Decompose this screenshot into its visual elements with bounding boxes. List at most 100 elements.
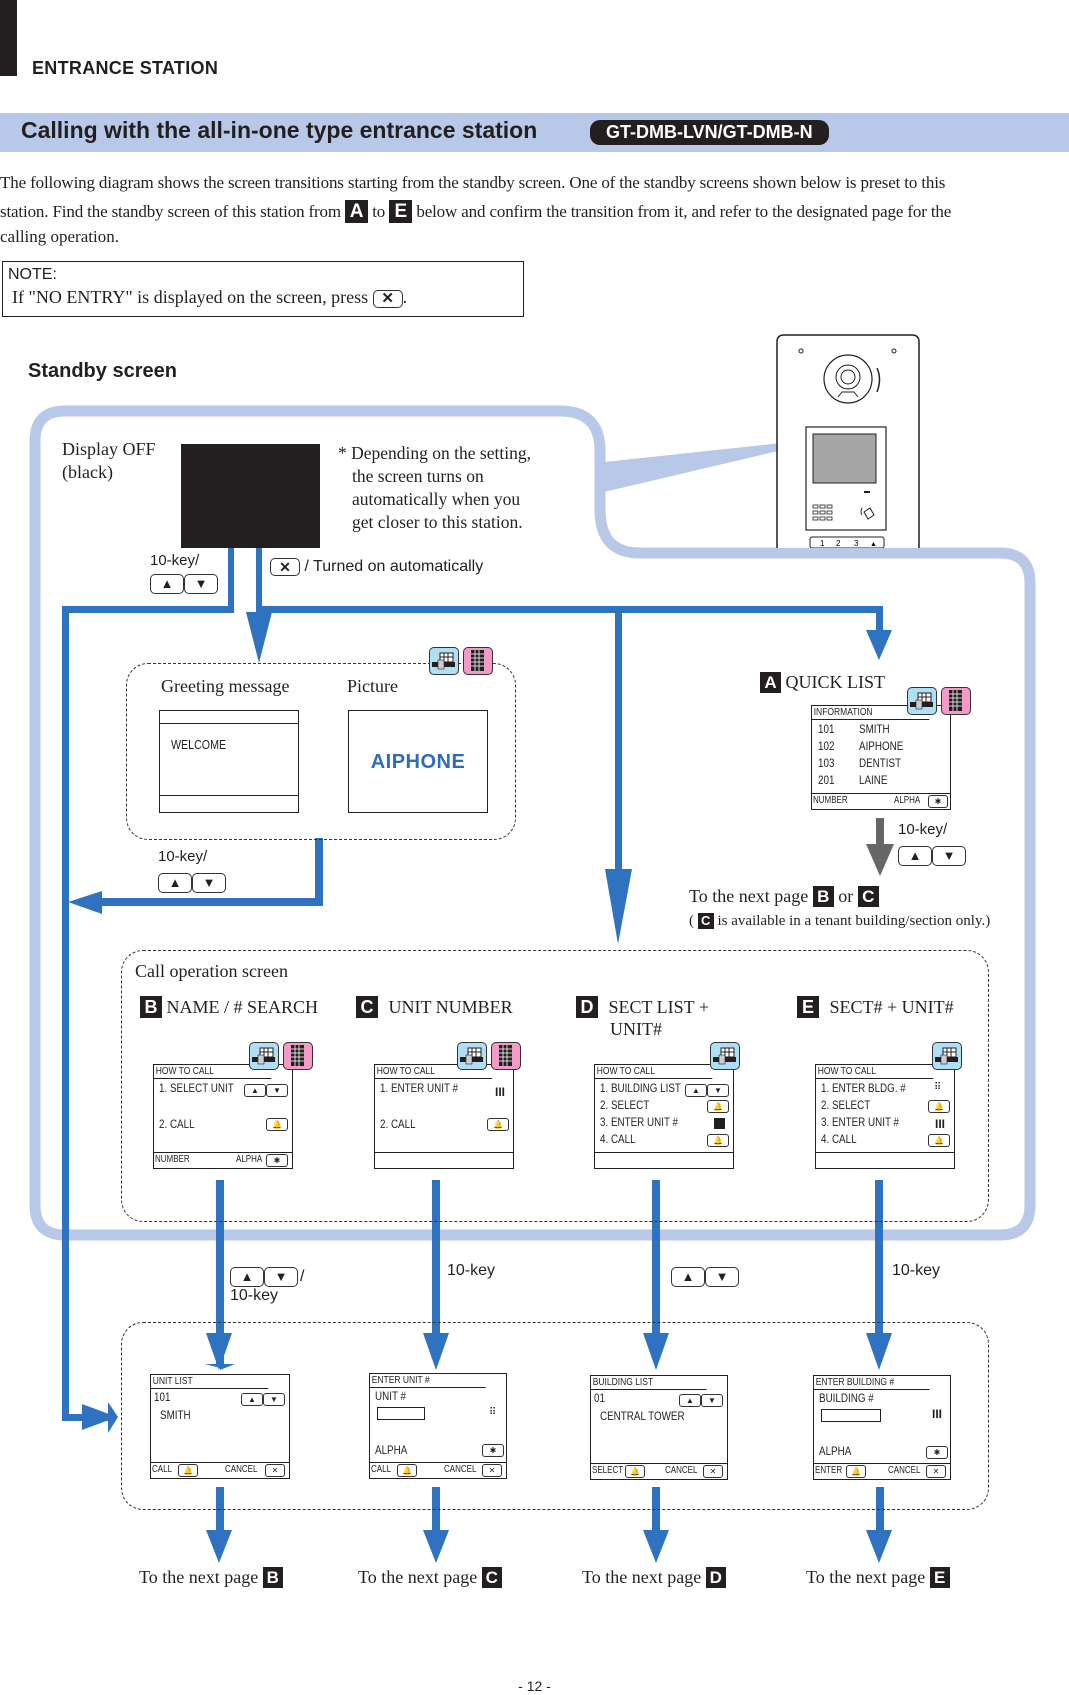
flow-line bbox=[228, 548, 234, 612]
star-key-icon: ✱ bbox=[266, 1154, 288, 1167]
building-icon bbox=[249, 1042, 279, 1070]
quicklist-arrowhead bbox=[866, 844, 894, 876]
mode-d-screen: HOW TO CALL 1. BUILDING LIST ▲ ▼ 2. SELE… bbox=[594, 1064, 734, 1169]
up-key-icon: ▲ bbox=[671, 1267, 705, 1287]
keypad-icon bbox=[463, 647, 493, 675]
mode-c-heading: C UNIT NUMBER bbox=[356, 996, 513, 1018]
cancel-key-icon: ✕ bbox=[270, 558, 300, 576]
transition-10key-b: 10-key bbox=[230, 1287, 279, 1304]
next-page-b[interactable]: To the next page B bbox=[139, 1567, 283, 1588]
flow-line bbox=[315, 838, 323, 906]
quick-list-heading: A QUICK LIST bbox=[760, 672, 885, 693]
picture-label: Picture bbox=[347, 676, 398, 696]
keypad-icon bbox=[283, 1042, 313, 1070]
transition-10key-e: 10-key bbox=[892, 1262, 941, 1279]
entrance-station-illustration: 1 2 3 ▲ bbox=[776, 334, 920, 548]
building-icon bbox=[710, 1042, 740, 1070]
call-key-icon: 🔔 bbox=[178, 1464, 198, 1477]
keypad-bars-icon: III bbox=[495, 1085, 506, 1099]
select-key-icon: 🔔 bbox=[625, 1465, 645, 1478]
tenant-note: ( C is available in a tenant building/se… bbox=[689, 913, 991, 929]
flow-arrowhead bbox=[643, 1530, 669, 1563]
label-c: C bbox=[857, 886, 879, 907]
up-key-icon: ▲ bbox=[241, 1393, 263, 1406]
svg-text:2: 2 bbox=[836, 539, 841, 548]
greeting-label: Greeting message bbox=[161, 676, 290, 696]
unit-number-input[interactable] bbox=[377, 1407, 425, 1420]
arrow-keys: ▲ ▼ bbox=[671, 1267, 739, 1287]
star-key-icon: ✱ bbox=[926, 1446, 948, 1459]
page-number: - 12 - bbox=[518, 1678, 551, 1694]
flow-line bbox=[62, 606, 69, 1421]
welcome-text: WELCOME bbox=[171, 737, 227, 752]
quick-list-transition-label: 10-key/ bbox=[898, 821, 948, 838]
black-screen bbox=[181, 444, 320, 548]
svg-text:▲: ▲ bbox=[870, 541, 877, 548]
keypad-grid-icon: ⠿ bbox=[934, 1082, 942, 1093]
call-operation-heading: Call operation screen bbox=[135, 961, 288, 981]
keypad-bars-icon: III bbox=[932, 1407, 943, 1421]
turned-on-label: ✕ / Turned on automatically bbox=[270, 558, 483, 576]
flow-line bbox=[256, 606, 883, 613]
arrow-keys: ▲ ▼ / bbox=[230, 1267, 304, 1287]
mode-e-heading: E SECT# + UNIT# bbox=[797, 996, 954, 1018]
down-key-icon: ▼ bbox=[192, 873, 226, 893]
next-page-d[interactable]: To the next page D bbox=[582, 1567, 726, 1588]
down-key-icon: ▼ bbox=[701, 1394, 723, 1407]
down-key-icon: ▼ bbox=[705, 1267, 739, 1287]
greeting-transition-label: 10-key/ bbox=[158, 848, 208, 865]
aiphone-logo: AIPHONE bbox=[370, 751, 466, 773]
svg-text:1: 1 bbox=[820, 539, 825, 548]
building-number-input[interactable] bbox=[821, 1409, 881, 1422]
keypad-icon bbox=[941, 687, 971, 715]
down-key-icon: ▼ bbox=[184, 574, 218, 594]
enter-unit-screen: ENTER UNIT # UNIT # ⠿ ALPHA ✱ CALL 🔔 CAN… bbox=[369, 1373, 507, 1479]
keypad-bars-icon: III bbox=[935, 1117, 946, 1131]
svg-text:3: 3 bbox=[854, 539, 859, 548]
next-page-e[interactable]: To the next page E bbox=[806, 1567, 950, 1588]
quicklist-flow-line bbox=[876, 818, 884, 846]
up-key-icon: ▲ bbox=[230, 1267, 264, 1287]
picture-screen: AIPHONE bbox=[348, 710, 488, 813]
cancel-key-icon: ✕ bbox=[482, 1464, 502, 1477]
down-key-icon: ▼ bbox=[707, 1084, 729, 1097]
building-list-screen: BUILDING LIST 01 ▲ ▼ CENTRAL TOWER SELEC… bbox=[590, 1375, 728, 1480]
enter-building-screen: ENTER BUILDING # BUILDING # III ALPHA ✱ … bbox=[813, 1375, 951, 1480]
arrow-keys: ▲ ▼ bbox=[158, 873, 226, 893]
flow-arrowhead bbox=[246, 612, 272, 663]
transition-10key-c: 10-key bbox=[447, 1262, 496, 1279]
bell-key-icon: 🔔 bbox=[928, 1100, 950, 1113]
building-icon bbox=[932, 1042, 962, 1070]
flow-line bbox=[100, 898, 323, 906]
keypad-icon bbox=[491, 1042, 521, 1070]
quick-list-screen: INFORMATION 101 SMITH 102 AIPHONE 103 DE… bbox=[811, 705, 951, 810]
star-key-icon: ✱ bbox=[928, 795, 948, 808]
display-panel bbox=[812, 433, 877, 484]
flow-arrowhead bbox=[605, 869, 632, 944]
enter-key-icon: 🔔 bbox=[846, 1465, 866, 1478]
down-key-icon: ▼ bbox=[264, 1267, 298, 1287]
flow-line bbox=[876, 606, 883, 634]
next-page-c[interactable]: To the next page C bbox=[358, 1567, 502, 1588]
auto-on-note: * Depending on the setting, the screen t… bbox=[338, 443, 531, 532]
building-icon bbox=[907, 687, 937, 715]
label-c: C bbox=[697, 913, 714, 929]
up-key-icon: ▲ bbox=[679, 1394, 701, 1407]
keypad-grid-icon: ⠿ bbox=[489, 1407, 497, 1418]
quick-list-next-page: To the next page B or C bbox=[689, 886, 879, 907]
star-key-icon: ✱ bbox=[482, 1444, 504, 1457]
display-off-label: Display OFF (black) bbox=[62, 439, 156, 482]
down-key-icon: ▼ bbox=[263, 1393, 285, 1406]
arrow-keys: ▲ ▼ bbox=[150, 574, 218, 594]
flow-arrowhead bbox=[68, 891, 102, 914]
flow-arrowhead bbox=[866, 1530, 892, 1563]
keypad-block-icon bbox=[714, 1118, 725, 1129]
cancel-key-icon: ✕ bbox=[265, 1464, 285, 1477]
cancel-key-icon: ✕ bbox=[926, 1465, 946, 1478]
up-key-icon: ▲ bbox=[244, 1084, 266, 1097]
transition-10key-label: 10-key/ bbox=[150, 552, 200, 569]
flow-arrowhead bbox=[206, 1530, 232, 1563]
cancel-key-icon: ✕ bbox=[703, 1465, 723, 1478]
label-b: B bbox=[812, 886, 834, 907]
arrow-keys: ▲ ▼ bbox=[898, 846, 966, 866]
